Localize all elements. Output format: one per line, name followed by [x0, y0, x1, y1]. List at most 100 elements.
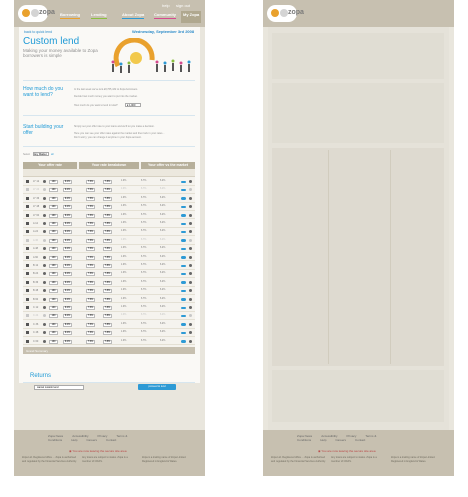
edit-icon[interactable] — [26, 339, 29, 343]
rate-input[interactable]: 7.8% — [103, 255, 112, 260]
footer-link[interactable]: Help — [71, 438, 77, 442]
rate-input[interactable]: 100 — [49, 306, 58, 310]
minus-icon[interactable] — [43, 247, 46, 251]
rate-input[interactable]: 7.8% — [103, 280, 112, 285]
edit-icon[interactable] — [26, 238, 29, 242]
rate-input[interactable]: 6.0% — [63, 289, 72, 294]
edit-icon[interactable] — [26, 264, 29, 267]
footer-link[interactable]: Careers — [86, 438, 97, 442]
rate-input[interactable]: 7.8% — [103, 188, 112, 193]
rate-input[interactable]: 7.5% — [86, 272, 95, 277]
rate-input[interactable]: 7.8% — [103, 264, 112, 268]
rate-input[interactable]: 6.0% — [63, 331, 72, 336]
rate-input[interactable]: 7.5% — [86, 306, 95, 310]
rate-input[interactable]: 7.8% — [103, 322, 112, 327]
remove-icon[interactable] — [189, 280, 192, 284]
remove-icon[interactable] — [189, 222, 192, 225]
edit-icon[interactable] — [26, 255, 29, 259]
rate-input[interactable]: 7.5% — [86, 222, 95, 226]
edit-icon[interactable] — [26, 213, 29, 217]
rate-input[interactable]: 7.8% — [103, 238, 112, 243]
edit-icon[interactable] — [26, 205, 29, 209]
rate-input[interactable]: 7.5% — [86, 322, 95, 327]
rate-input[interactable]: 100 — [49, 264, 58, 268]
breadcrumb[interactable]: back to quick lend — [24, 30, 52, 34]
rate-input[interactable]: 7.8% — [103, 247, 112, 252]
rate-input[interactable]: 7.8% — [103, 297, 112, 302]
rate-input[interactable]: 100 — [49, 247, 58, 252]
remove-icon[interactable] — [189, 331, 192, 335]
rate-input[interactable]: 100 — [49, 289, 58, 294]
minus-icon[interactable] — [43, 339, 46, 343]
rate-input[interactable]: 7.5% — [86, 247, 95, 252]
remove-icon[interactable] — [189, 289, 192, 293]
rate-input[interactable]: 100 — [49, 213, 58, 218]
rate-input[interactable]: 7.8% — [103, 205, 112, 210]
rate-input[interactable]: 100 — [49, 297, 58, 302]
rate-input[interactable]: 100 — [49, 339, 58, 344]
nav-borrowing[interactable]: Borrowing — [60, 12, 80, 24]
rate-input[interactable]: 100 — [49, 255, 58, 260]
minus-icon[interactable] — [43, 314, 46, 318]
minus-icon[interactable] — [43, 180, 46, 183]
remove-icon[interactable] — [189, 314, 192, 318]
rate-input[interactable]: 7.8% — [103, 272, 112, 277]
rate-input[interactable]: 7.5% — [86, 297, 95, 302]
rate-input[interactable]: 7.8% — [103, 230, 112, 235]
remove-icon[interactable] — [189, 306, 192, 309]
remove-icon[interactable] — [189, 205, 192, 209]
rate-input[interactable]: 7.8% — [103, 213, 112, 218]
remove-icon[interactable] — [189, 180, 192, 183]
remove-icon[interactable] — [189, 213, 192, 217]
rate-input[interactable]: 7.5% — [86, 180, 95, 184]
rate-input[interactable]: 6.0% — [63, 280, 72, 285]
rate-input[interactable]: 7.8% — [103, 222, 112, 226]
market-select[interactable]: Any Market — [33, 152, 49, 156]
rate-input[interactable]: 7.5% — [86, 213, 95, 218]
minus-icon[interactable] — [43, 289, 46, 293]
edit-icon[interactable] — [26, 306, 29, 309]
rate-input[interactable]: 7.5% — [86, 255, 95, 260]
rate-input[interactable]: 7.5% — [86, 280, 95, 285]
rate-input[interactable]: 7.5% — [86, 196, 95, 201]
rate-input[interactable]: 7.5% — [86, 331, 95, 336]
rate-input[interactable]: 6.0% — [63, 322, 72, 327]
rate-input[interactable]: 6.0% — [63, 205, 72, 210]
select-all-link[interactable]: all — [51, 153, 54, 156]
rate-input[interactable]: 7.5% — [86, 230, 95, 235]
rate-input[interactable]: 7.8% — [103, 196, 112, 201]
rate-input[interactable]: 6.0% — [63, 222, 72, 226]
remove-icon[interactable] — [189, 247, 192, 251]
edit-icon[interactable] — [26, 331, 29, 335]
remove-icon[interactable] — [189, 272, 192, 276]
edit-icon[interactable] — [26, 297, 29, 301]
edit-icon[interactable] — [26, 322, 29, 326]
rate-input[interactable]: 7.8% — [103, 331, 112, 336]
rate-input[interactable]: 6.0% — [63, 272, 72, 277]
minus-icon[interactable] — [43, 280, 46, 284]
minus-icon[interactable] — [43, 222, 46, 225]
zopa-logo[interactable]: zopa — [18, 5, 55, 22]
edit-icon[interactable] — [26, 280, 29, 284]
rate-input[interactable]: 100 — [49, 331, 58, 336]
rate-input[interactable]: 7.5% — [86, 188, 95, 193]
minus-icon[interactable] — [43, 331, 46, 335]
edit-icon[interactable] — [26, 247, 29, 251]
minus-icon[interactable] — [43, 306, 46, 309]
rate-input[interactable]: 100 — [49, 222, 58, 226]
edit-icon[interactable] — [26, 314, 29, 318]
remove-icon[interactable] — [189, 322, 192, 326]
minus-icon[interactable] — [43, 188, 46, 192]
rate-input[interactable]: 6.0% — [63, 238, 72, 243]
edit-icon[interactable] — [26, 289, 29, 293]
lend-amount-input[interactable]: £ 1,000 — [125, 103, 141, 107]
nav-lending[interactable]: Lending — [91, 12, 107, 24]
minus-icon[interactable] — [43, 196, 46, 200]
footer-link[interactable]: Contact — [355, 438, 365, 442]
nav-my-zopa[interactable]: My Zopa — [181, 11, 202, 23]
edit-icon[interactable] — [26, 188, 29, 192]
rate-input[interactable]: 100 — [49, 180, 58, 184]
rate-input[interactable]: 100 — [49, 314, 58, 319]
edit-icon[interactable] — [26, 196, 29, 200]
minus-icon[interactable] — [43, 272, 46, 276]
